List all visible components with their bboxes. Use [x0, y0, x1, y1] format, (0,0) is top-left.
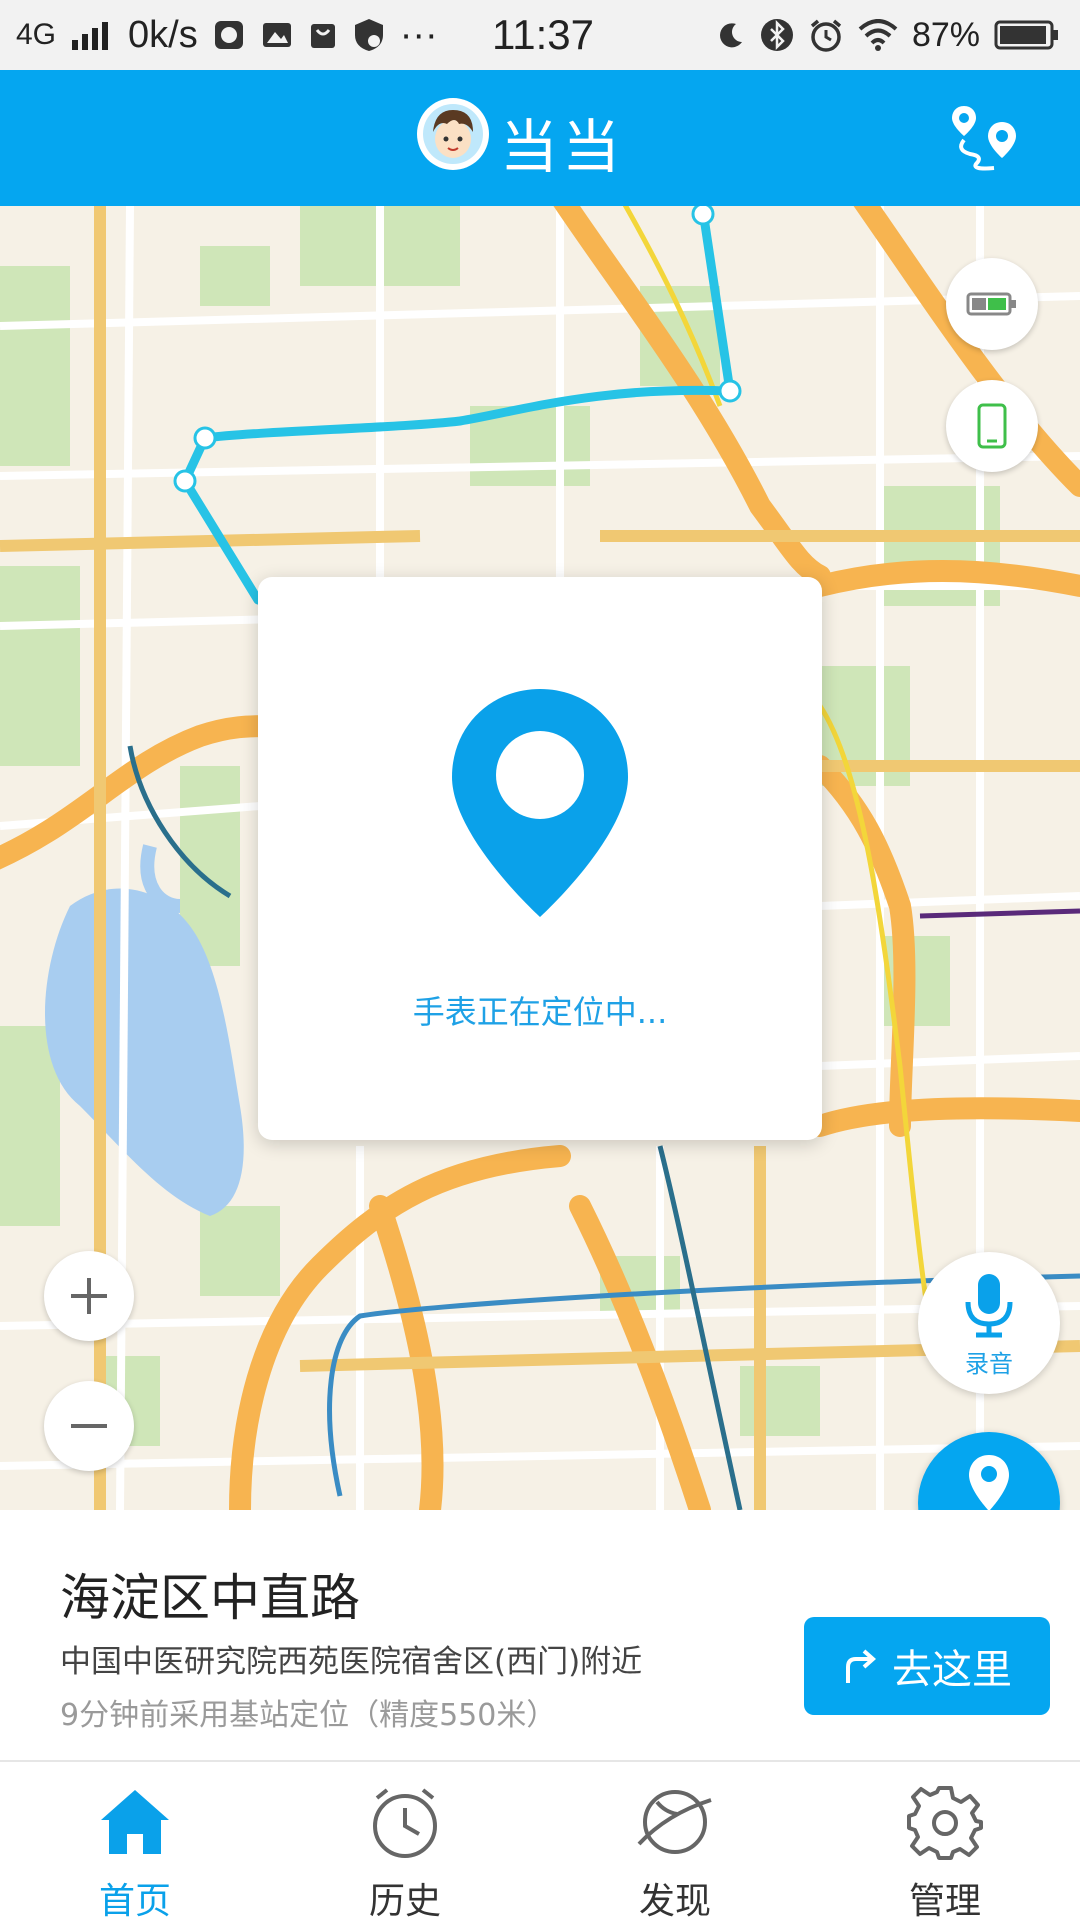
tab-history-label: 历史: [368, 1881, 441, 1922]
locating-dialog: 手表正在定位中...: [258, 577, 822, 1140]
zoom-out-button[interactable]: [44, 1381, 134, 1471]
app-header: 当当: [0, 70, 1080, 206]
alarm-icon: [808, 17, 844, 53]
address-detail: 中国中医研究院西苑医院宿舍区(西门)附近: [60, 1644, 643, 1680]
location-meta: 9分钟前采用基站定位（精度550米）: [60, 1698, 557, 1733]
turn-right-icon: [846, 1649, 877, 1683]
route-icon[interactable]: [950, 102, 1028, 174]
bag-notification-icon: [308, 18, 338, 52]
tab-home-label: 首页: [98, 1881, 171, 1922]
tab-discover[interactable]: 发现: [540, 1762, 810, 1922]
bottom-tab-bar: 首页 历史 发现 管理: [0, 1760, 1080, 1922]
location-pin-icon: [968, 1454, 1010, 1516]
street-name: 海淀区中直路: [60, 1569, 360, 1627]
zoom-in-button[interactable]: [44, 1251, 134, 1341]
locating-message: 手表正在定位中...: [412, 993, 668, 1031]
tab-manage-label: 管理: [908, 1881, 981, 1922]
location-pin-icon: [450, 687, 630, 923]
child-avatar-icon[interactable]: [417, 98, 489, 170]
phone-icon: [977, 403, 1007, 449]
moon-icon: [716, 20, 746, 50]
network-speed: 0k/s: [128, 13, 198, 56]
app-notification-icon: [212, 18, 246, 52]
battery-status-button[interactable]: [946, 258, 1038, 350]
tab-history[interactable]: 历史: [270, 1762, 540, 1922]
tab-manage[interactable]: 管理: [810, 1762, 1080, 1922]
minus-icon: [71, 1424, 107, 1428]
microphone-icon: [964, 1272, 1014, 1342]
location-info-panel: 海淀区中直路 中国中医研究院西苑医院宿舍区(西门)附近 9分钟前采用基站定位（精…: [0, 1510, 1080, 1760]
navigate-button-label: 去这里: [892, 1647, 1012, 1693]
wifi-icon: [858, 19, 898, 51]
navigate-button[interactable]: 去这里: [804, 1617, 1050, 1715]
home-icon: [97, 1784, 173, 1860]
battery-percent: 87%: [911, 15, 980, 54]
bluetooth-icon: [760, 17, 794, 53]
status-bar: 4G 0k/s ··· 11:37 87%: [0, 0, 1080, 70]
signal-icon: [70, 18, 114, 52]
watch-device-button[interactable]: [946, 380, 1038, 472]
record-label: 录音: [965, 1350, 1013, 1378]
battery-icon: [966, 292, 1016, 316]
image-notification-icon: [260, 18, 294, 52]
tab-discover-label: 发现: [638, 1881, 711, 1922]
more-notifications: ···: [399, 13, 438, 56]
page-title: 当当: [500, 113, 625, 181]
network-type: 4G: [16, 18, 57, 51]
shield-notification-icon: [352, 17, 386, 53]
record-button[interactable]: 录音: [918, 1252, 1060, 1394]
clock-icon: [367, 1784, 443, 1860]
tab-home[interactable]: 首页: [0, 1762, 270, 1922]
gear-icon: [907, 1784, 983, 1860]
plus-icon: [71, 1278, 107, 1314]
planet-icon: [637, 1784, 713, 1860]
battery-icon: [994, 19, 1060, 51]
clock-time: 11:37: [492, 11, 594, 58]
